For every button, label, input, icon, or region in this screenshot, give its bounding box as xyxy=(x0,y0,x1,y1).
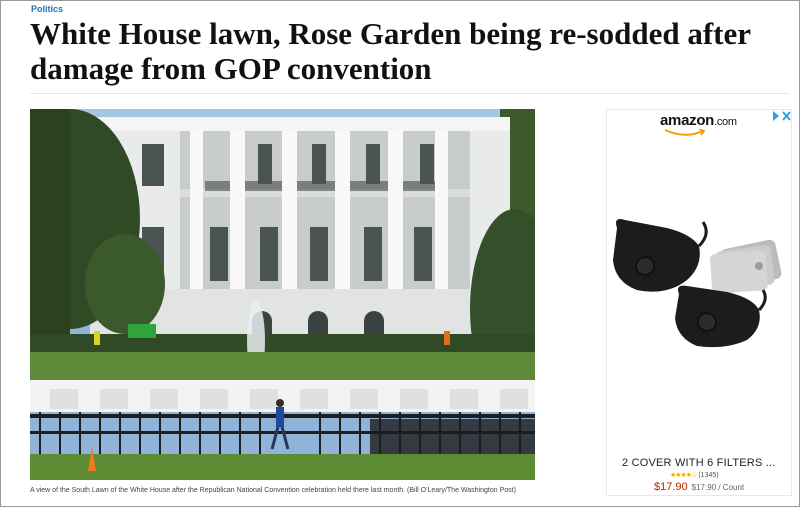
price-per-count: $17.90 / Count xyxy=(691,483,745,492)
ad-brand-suffix: .com xyxy=(714,116,737,128)
product-image[interactable] xyxy=(607,210,791,350)
divider xyxy=(30,93,790,94)
photo-caption: A view of the South Lawn of the White Ho… xyxy=(30,487,516,494)
ad-price: $17.90 $17.90 / Count xyxy=(654,481,744,493)
rating-stars-icon: ★★★★☆ xyxy=(670,472,697,479)
article-photo[interactable] xyxy=(30,109,535,480)
ad-product-title[interactable]: 2 COVER WITH 6 FILTERS ... xyxy=(622,457,776,469)
ad-rating: ★★★★☆ (1345) xyxy=(670,471,719,479)
article-headline: White House lawn, Rose Garden being re-s… xyxy=(30,16,751,86)
rating-count: (1345) xyxy=(698,472,719,479)
ad-brand: amazon xyxy=(660,112,715,129)
white-house-photo xyxy=(30,109,535,480)
adchoices-icon[interactable] xyxy=(772,110,792,122)
section-link-politics[interactable]: Politics xyxy=(31,4,63,14)
price-value: $17.90 xyxy=(654,481,688,493)
amazon-logo[interactable]: amazon.com xyxy=(660,112,737,129)
amazon-ad[interactable]: amazon.com 2 COVER WITH 6 FILTERS ... ★★… xyxy=(606,109,792,496)
amazon-smile-icon xyxy=(664,129,706,136)
